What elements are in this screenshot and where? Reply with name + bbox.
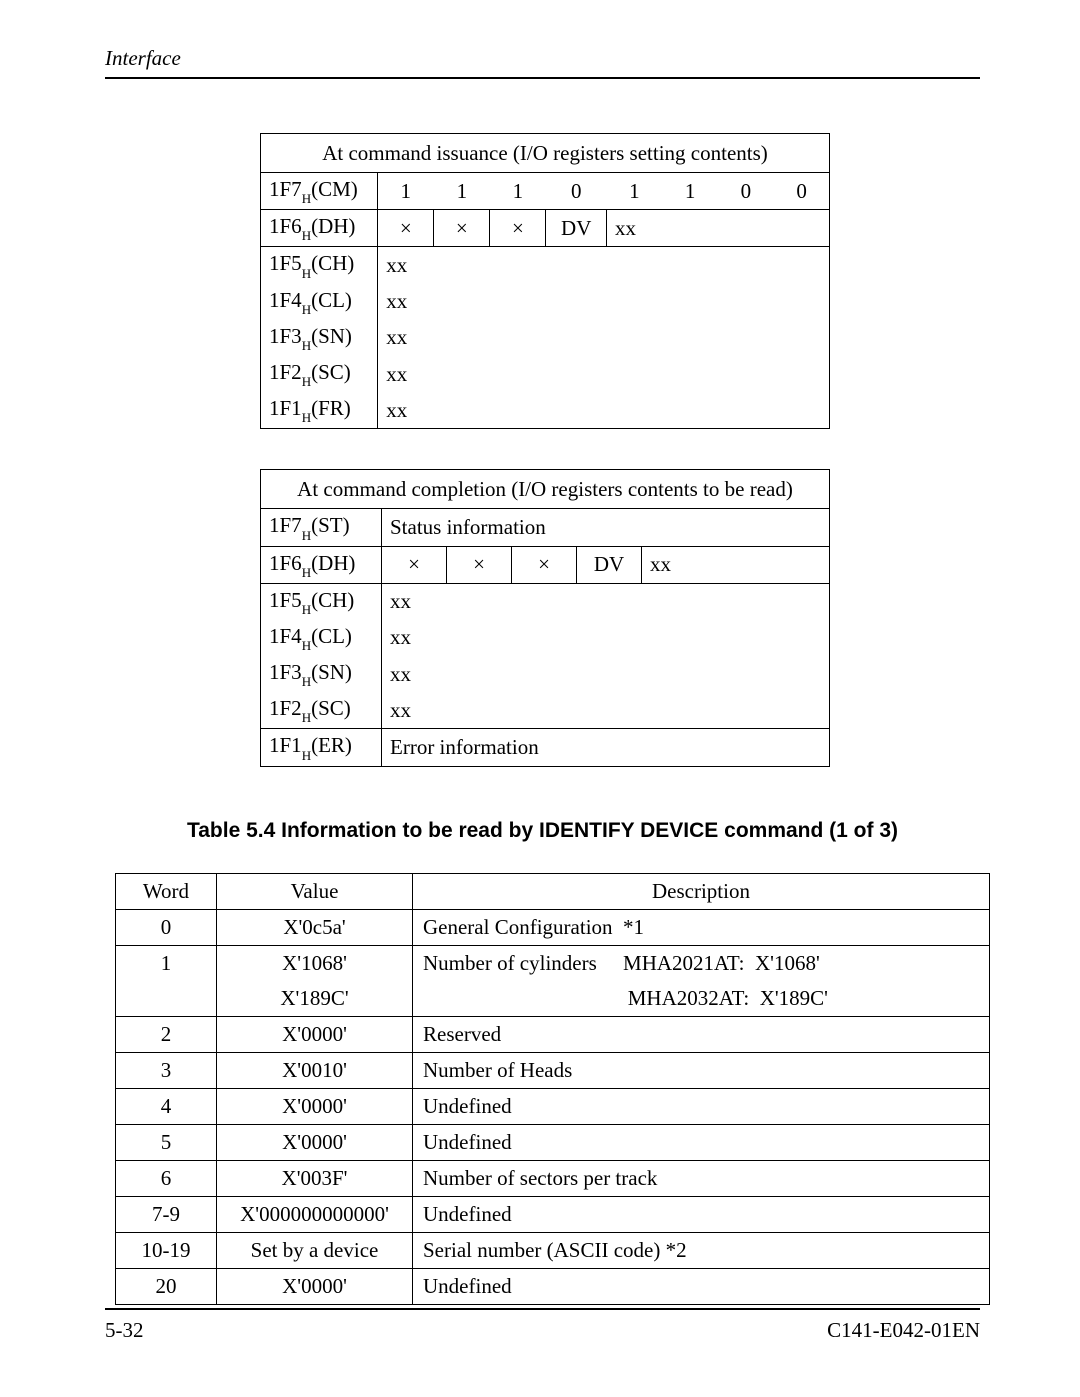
label-st: 1F7H(ST): [261, 509, 382, 546]
issuance-table: At command issuance (I/O registers setti…: [260, 133, 830, 429]
label-cm: 1F7H(CM): [261, 173, 378, 210]
table-row: 1X'1068'Number of cylinders MHA2021AT: X…: [116, 945, 990, 981]
completion-table-wrap: At command completion (I/O registers con…: [260, 469, 830, 766]
issuance-title: At command issuance (I/O registers setti…: [261, 134, 830, 173]
table-row: 3X'0010'Number of Heads: [116, 1052, 990, 1088]
row-cm: 1F7H(CM) 1 1 1 0 1 1 0 0: [261, 173, 830, 210]
table-row: 7-9X'000000000000'Undefined: [116, 1196, 990, 1232]
identify-table-wrap: Word Value Description 0X'0c5a'General C…: [115, 873, 980, 1305]
row-sc: 1F2H(SC) xx: [261, 356, 830, 392]
page-number: 5-32: [105, 1318, 144, 1343]
identify-table: Word Value Description 0X'0c5a'General C…: [115, 873, 990, 1305]
table-row: 20X'0000'Undefined: [116, 1268, 990, 1304]
issuance-table-wrap: At command issuance (I/O registers setti…: [260, 133, 830, 429]
table-row: 4X'0000'Undefined: [116, 1088, 990, 1124]
row-dh2: 1F6H(DH) × × × DV xx: [261, 546, 830, 583]
row-dh: 1F6H(DH) × × × DV xx: [261, 210, 830, 247]
row-ch: 1F5H(CH) xx: [261, 247, 830, 284]
row-er: 1F1H(ER) Error information: [261, 729, 830, 766]
doc-number: C141-E042-01EN: [827, 1318, 980, 1343]
table-row: 6X'003F'Number of sectors per track: [116, 1160, 990, 1196]
table-caption: Table 5.4 Information to be read by IDEN…: [105, 819, 980, 843]
row-cl: 1F4H(CL) xx: [261, 284, 830, 320]
row-fr: 1F1H(FR) xx: [261, 392, 830, 429]
row-cl2: 1F4H(CL) xx: [261, 620, 830, 656]
footer: 5-32 C141-E042-01EN: [105, 1308, 980, 1343]
row-sc2: 1F2H(SC) xx: [261, 692, 830, 729]
table-row: X'189C' MHA2032AT: X'189C': [116, 981, 990, 1017]
id-header-row: Word Value Description: [116, 873, 990, 909]
table-row: 2X'0000'Reserved: [116, 1016, 990, 1052]
page: Interface At command issuance (I/O regis…: [0, 0, 1080, 1305]
table-row: 0X'0c5a'General Configuration *1: [116, 909, 990, 945]
page-header: Interface: [105, 46, 980, 79]
completion-table: At command completion (I/O registers con…: [260, 469, 830, 766]
table-row: 10-19Set by a deviceSerial number (ASCII…: [116, 1232, 990, 1268]
row-ch2: 1F5H(CH) xx: [261, 583, 830, 620]
row-sn2: 1F3H(SN) xx: [261, 656, 830, 692]
row-st: 1F7H(ST) Status information: [261, 509, 830, 546]
completion-title: At command completion (I/O registers con…: [261, 470, 830, 509]
label-dh: 1F6H(DH): [261, 210, 378, 247]
table-row: 5X'0000'Undefined: [116, 1124, 990, 1160]
row-sn: 1F3H(SN) xx: [261, 320, 830, 356]
